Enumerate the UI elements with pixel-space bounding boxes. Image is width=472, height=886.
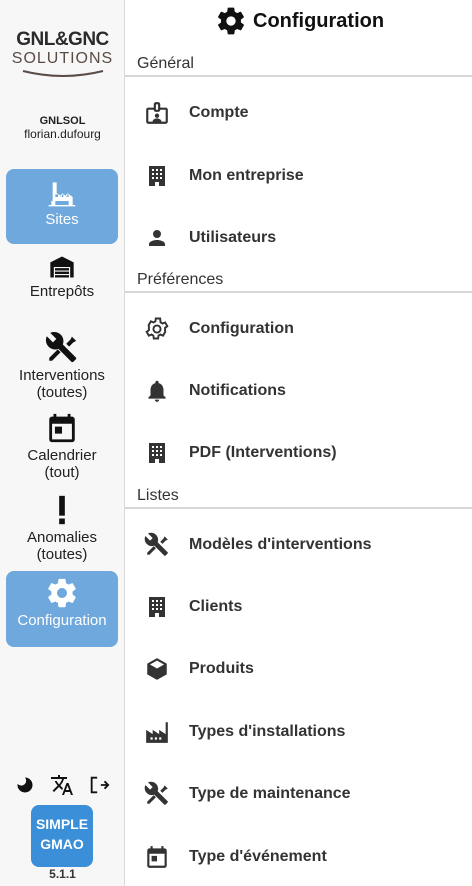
user-organization: GNLSOL [39, 115, 86, 127]
nav-anomalies-label-line2: (toutes) [36, 546, 88, 563]
nav-warehouses-label: Entrepôts [29, 283, 95, 300]
main-content: Configuration Général Compte Mon entrepr… [125, 0, 472, 886]
person-icon [149, 230, 165, 246]
menu-item-pdf-interventions[interactable]: PDF (Interventions) [125, 427, 472, 479]
logout-icon [90, 776, 110, 794]
app-badge-line2: GMAO [40, 836, 84, 852]
menu-item-products[interactable]: Produits [125, 643, 472, 695]
sidebar: GNL&GNC SOLUTIONS GNLSOL florian.dufourg… [0, 0, 125, 886]
badge-icon [146, 102, 168, 124]
cube-icon [147, 658, 167, 680]
factory-icon [48, 182, 76, 207]
menu-item-my-company-label: Mon entreprise [189, 167, 304, 184]
menu-item-maintenance-type-label: Type de maintenance [189, 785, 351, 802]
menu-item-event-type[interactable]: Type d'événement [125, 831, 472, 883]
nav-sites-label: Sites [45, 211, 79, 228]
page-title-text: Configuration [253, 9, 385, 32]
nav-calendar-label-line2: (tout) [44, 464, 80, 481]
nav-interventions-label-line2: (toutes) [36, 384, 88, 401]
gear-outline-icon [145, 317, 169, 340]
section-general: Général [125, 53, 472, 77]
logo-top-text: GNL&GNC [16, 29, 109, 50]
menu-item-clients-label: Clients [189, 598, 243, 615]
menu-item-clients[interactable]: Clients [125, 581, 472, 633]
menu-item-configuration[interactable]: Configuration [125, 303, 472, 355]
nav-interventions[interactable]: Interventions (toutes) [6, 331, 118, 405]
calendar-icon [49, 413, 75, 443]
menu-item-maintenance-type[interactable]: Type de maintenance [125, 768, 472, 820]
menu-item-my-company[interactable]: Mon entreprise [125, 150, 472, 202]
nav-configuration[interactable]: Configuration [6, 571, 118, 647]
calendar-icon [147, 846, 167, 868]
building-icon [149, 443, 165, 463]
menu-item-users-label: Utilisateurs [189, 229, 277, 246]
moon-icon [17, 777, 33, 793]
exclamation-icon [59, 495, 65, 525]
company-logo: GNL&GNC SOLUTIONS [0, 30, 125, 77]
menu-item-products-label: Produits [189, 660, 254, 677]
section-preferences: Préférences [125, 269, 472, 293]
menu-item-intervention-templates[interactable]: Modèles d'interventions [125, 519, 472, 571]
gear-icon [218, 7, 244, 35]
menu-item-account-label: Compte [189, 104, 249, 121]
user-info: GNLSOL florian.dufourg [0, 115, 125, 141]
nav-calendar-label-line1: Calendrier [27, 447, 97, 464]
logout-button[interactable] [86, 772, 112, 798]
tools-icon [144, 532, 168, 556]
gear-icon [48, 578, 76, 608]
app-logo-badge: SIMPLE GMAO [31, 805, 93, 867]
nav-anomalies-label-line1: Anomalies [26, 529, 98, 546]
warehouse-icon [50, 256, 74, 278]
tools-icon [45, 331, 77, 363]
menu-item-pdf-interventions-label: PDF (Interventions) [189, 444, 337, 461]
menu-item-intervention-templates-label: Modèles d'interventions [189, 536, 372, 553]
logo-bottom-text: SOLUTIONS [11, 50, 114, 67]
logo-swoosh-icon [22, 70, 103, 77]
menu-item-notifications-label: Notifications [189, 382, 286, 399]
app-badge-line1: SIMPLE [35, 816, 89, 832]
menu-item-installation-types[interactable]: Types d'installations [125, 706, 472, 758]
menu-item-installation-types-label: Types d'installations [189, 723, 346, 740]
menu-item-users[interactable]: Utilisateurs [125, 212, 472, 264]
building-icon [149, 597, 165, 617]
factory-icon [146, 722, 168, 743]
theme-toggle-button[interactable] [12, 772, 38, 798]
menu-item-configuration-label: Configuration [189, 320, 294, 337]
nav-calendar[interactable]: Calendrier (tout) [6, 411, 118, 485]
menu-item-notifications[interactable]: Notifications [125, 365, 472, 417]
user-name: florian.dufourg [24, 127, 101, 141]
menu-item-event-type-label: Type d'événement [189, 848, 327, 865]
bell-icon [148, 380, 166, 402]
tools-icon [144, 781, 168, 805]
nav-configuration-label: Configuration [17, 612, 107, 629]
nav-sites[interactable]: Sites [6, 169, 118, 244]
building-icon [149, 166, 165, 186]
translate-icon [51, 775, 73, 795]
menu-item-account[interactable]: Compte [125, 87, 472, 139]
app-version: 5.1.1 [49, 867, 76, 881]
nav-anomalies[interactable]: Anomalies (toutes) [6, 493, 118, 567]
nav-interventions-label-line1: Interventions [19, 367, 105, 384]
language-button[interactable] [49, 772, 75, 798]
section-lists: Listes [125, 485, 472, 509]
sidebar-footer-actions [12, 772, 112, 798]
page-title: Configuration [215, 5, 384, 37]
nav-warehouses[interactable]: Entrepôts [6, 253, 118, 308]
